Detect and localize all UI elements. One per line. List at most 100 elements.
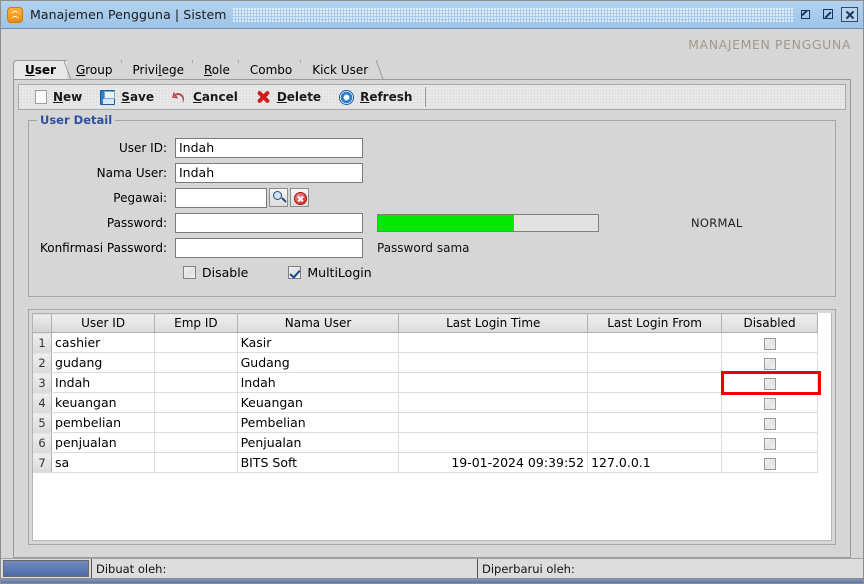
row-number-cell: 2 (33, 353, 52, 373)
cell-last-login-time[interactable] (399, 413, 588, 433)
cell-user-id[interactable]: pembelian (52, 413, 155, 433)
cell-user-id[interactable]: penjualan (52, 433, 155, 453)
password-strength-label: NORMAL (691, 216, 743, 230)
cell-last-login-from[interactable] (588, 353, 722, 373)
cell-last-login-from[interactable] (588, 413, 722, 433)
row-disabled-checkbox[interactable] (764, 458, 776, 470)
cell-disabled[interactable] (722, 373, 818, 393)
pegawai-search-button[interactable] (269, 188, 288, 207)
cell-user-id[interactable]: gudang (52, 353, 155, 373)
refresh-button[interactable]: Refresh (330, 88, 421, 107)
tab-group[interactable]: Group (65, 60, 124, 79)
tab-privilege[interactable]: Privilege (122, 60, 195, 79)
cell-user-id[interactable]: keuangan (52, 393, 155, 413)
cell-last-login-time[interactable] (399, 373, 588, 393)
cell-last-login-time[interactable] (399, 353, 588, 373)
cell-nama-user[interactable]: Pembelian (237, 413, 399, 433)
table-row[interactable]: 3IndahIndah (33, 373, 818, 393)
cell-emp-id[interactable] (155, 353, 237, 373)
cell-nama-user[interactable]: Indah (237, 373, 399, 393)
cell-last-login-time[interactable] (399, 393, 588, 413)
red-x-icon (256, 90, 271, 105)
cell-last-login-time[interactable] (399, 433, 588, 453)
cell-emp-id[interactable] (155, 413, 237, 433)
cell-nama-user[interactable]: Keuangan (237, 393, 399, 413)
tab-kick-user[interactable]: Kick User (301, 60, 379, 79)
cell-emp-id[interactable] (155, 433, 237, 453)
cell-last-login-from[interactable] (588, 333, 722, 353)
row-disabled-checkbox[interactable] (764, 398, 776, 410)
disable-checkbox[interactable] (183, 266, 196, 279)
cell-disabled[interactable] (722, 353, 818, 373)
multilogin-checkbox[interactable] (288, 266, 301, 279)
col-header-disabled[interactable]: Disabled (722, 314, 818, 333)
cell-nama-user[interactable]: Gudang (237, 353, 399, 373)
cell-last-login-from[interactable]: 127.0.0.1 (588, 453, 722, 473)
tab-user[interactable]: User (13, 60, 67, 79)
cell-last-login-from[interactable] (588, 373, 722, 393)
row-disabled-checkbox[interactable] (764, 438, 776, 450)
new-page-icon (35, 90, 47, 104)
maximize-icon[interactable] (820, 7, 837, 22)
cell-last-login-time[interactable]: 19-01-2024 09:39:52 (399, 453, 588, 473)
user-table-scroll[interactable]: User ID Emp ID Nama User Last Login Time… (32, 313, 832, 541)
table-row[interactable]: 2gudang Gudang (33, 353, 818, 373)
created-by-field: Dibuat oleh: (91, 559, 477, 578)
restore-down-icon[interactable] (799, 7, 816, 22)
cell-disabled[interactable] (722, 413, 818, 433)
cell-nama-user[interactable]: Penjualan (237, 433, 399, 453)
delete-button[interactable]: Delete (247, 88, 330, 107)
nama-user-input[interactable] (175, 163, 363, 183)
cell-last-login-from[interactable] (588, 433, 722, 453)
row-disabled-checkbox[interactable] (764, 358, 776, 370)
cell-emp-id[interactable] (155, 373, 237, 393)
new-button[interactable]: New (25, 88, 91, 106)
tab-role[interactable]: Role (193, 60, 241, 79)
col-header-last-login-time[interactable]: Last Login Time (399, 314, 588, 333)
row-disabled-checkbox[interactable] (764, 338, 776, 350)
field-row-password: Password: NORMAL (39, 210, 825, 235)
tab-combo[interactable]: Combo (239, 60, 303, 79)
cell-last-login-from[interactable] (588, 393, 722, 413)
cancel-button-label: Cancel (193, 90, 238, 104)
save-button-label: Save (121, 90, 154, 104)
cell-emp-id[interactable] (155, 333, 237, 353)
cell-disabled[interactable] (722, 453, 818, 473)
cell-nama-user[interactable]: BITS Soft (237, 453, 399, 473)
cell-disabled[interactable] (722, 393, 818, 413)
table-row[interactable]: 7saBITS Soft19-01-2024 09:39:52127.0.0.1 (33, 453, 818, 473)
col-header-emp-id[interactable]: Emp ID (155, 314, 237, 333)
clear-red-circle-icon (294, 192, 307, 205)
cell-disabled[interactable] (722, 333, 818, 353)
close-icon[interactable] (841, 7, 858, 22)
save-button[interactable]: Save (91, 88, 163, 107)
konfirmasi-password-input[interactable] (175, 238, 363, 258)
cell-emp-id[interactable] (155, 453, 237, 473)
tab-bar: User Group Privilege Role Combo Kick Use… (13, 59, 851, 79)
cell-user-id[interactable]: Indah (52, 373, 155, 393)
col-header-last-login-from[interactable]: Last Login From (588, 314, 722, 333)
table-row[interactable]: 4keuanganKeuangan (33, 393, 818, 413)
cancel-button[interactable]: Cancel (163, 88, 247, 107)
password-input[interactable] (175, 213, 363, 233)
cell-nama-user[interactable]: Kasir (237, 333, 399, 353)
table-row[interactable]: 6penjualanPenjualan (33, 433, 818, 453)
pegawai-input[interactable] (175, 188, 267, 208)
cell-last-login-time[interactable] (399, 333, 588, 353)
table-row[interactable]: 5pembelianPembelian (33, 413, 818, 433)
row-disabled-checkbox[interactable] (764, 378, 776, 390)
cell-disabled[interactable] (722, 433, 818, 453)
col-header-user-id[interactable]: User ID (52, 314, 155, 333)
row-disabled-checkbox[interactable] (764, 418, 776, 430)
col-header-nama-user[interactable]: Nama User (237, 314, 399, 333)
toolbar-divider (425, 87, 426, 107)
table-row[interactable]: 1cashierKasir (33, 333, 818, 353)
disable-checkbox-label: Disable (202, 265, 248, 280)
cell-emp-id[interactable] (155, 393, 237, 413)
password-strength-fill (378, 215, 514, 231)
cell-user-id[interactable]: cashier (52, 333, 155, 353)
title-bar: Manajemen Pengguna | Sistem (1, 1, 863, 29)
cell-user-id[interactable]: sa (52, 453, 155, 473)
user-id-input[interactable] (175, 138, 363, 158)
pegawai-clear-button[interactable] (290, 188, 309, 207)
